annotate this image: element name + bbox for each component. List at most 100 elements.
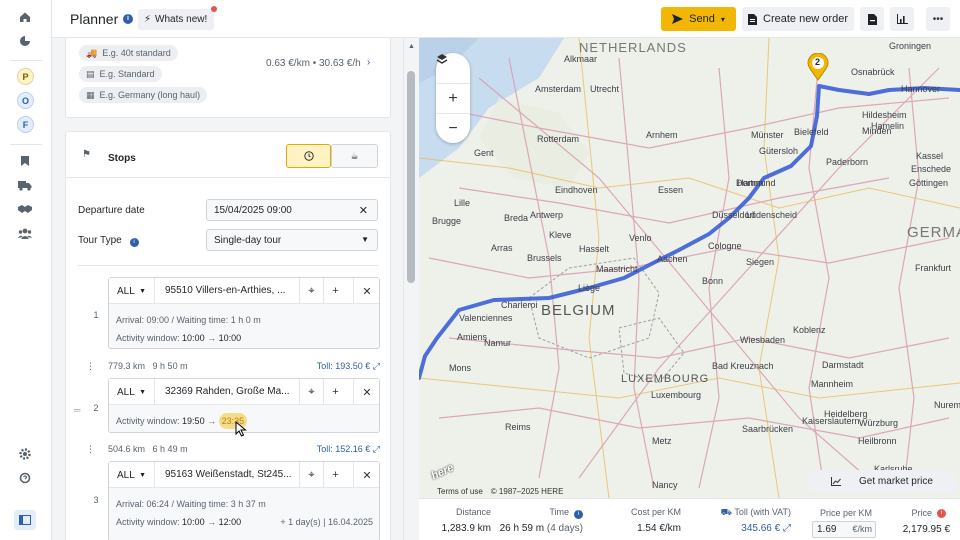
truck-icon[interactable]	[16, 176, 34, 194]
stop-scope-value: ALL	[117, 469, 135, 481]
drag-handle-icon[interactable]: ═	[74, 405, 80, 415]
map-label: Nuremb	[934, 400, 960, 410]
vehicle-chip-region: ▦ E.g. Germany (long haul)	[79, 87, 208, 103]
document-icon	[748, 13, 757, 25]
stop-address[interactable]: 32369 Rahden, Große Ma...	[165, 379, 295, 405]
arrow-right-icon: →	[207, 517, 217, 527]
chart-button[interactable]	[890, 7, 914, 31]
info-icon[interactable]: i	[574, 510, 583, 519]
layers-icon[interactable]	[436, 53, 470, 83]
map-label: Venlo	[629, 233, 652, 243]
create-new-order-button[interactable]: Create new order	[742, 7, 854, 31]
bookmark-icon[interactable]	[16, 152, 34, 170]
drag-dots-icon: ⋮	[86, 444, 95, 454]
tour-type-select[interactable]: Single-day tour ▼	[206, 229, 378, 251]
send-icon	[672, 14, 684, 24]
handshake-icon[interactable]	[16, 200, 34, 218]
price-per-km-input[interactable]: 1.69 €/km	[812, 521, 876, 538]
caret-down-icon: ▼	[139, 471, 146, 479]
trailer-icon: ▤	[86, 68, 95, 79]
location-pin-icon[interactable]: ⌖	[299, 278, 323, 304]
profile-badge-o[interactable]: O	[17, 92, 34, 109]
stop-scope-select[interactable]: ALL ▼	[109, 278, 155, 304]
vehicle-rate: 0.63 €/km • 30.63 €/h	[266, 58, 361, 69]
map-label: Brussels	[527, 253, 562, 263]
zoom-in-button[interactable]: +	[436, 83, 470, 113]
info-icon[interactable]: i	[937, 509, 946, 518]
team-icon[interactable]	[16, 224, 34, 242]
map-controls: + −	[436, 53, 470, 143]
arrow-right-icon: →	[207, 333, 217, 343]
pie-chart-icon[interactable]	[16, 32, 34, 50]
settings-icon[interactable]	[16, 445, 34, 463]
price-per-km-label: Price per KM	[820, 508, 873, 518]
stop-address[interactable]: 95510 Villers-en-Arthies, ...	[165, 278, 295, 304]
chevron-down-icon: ▾	[720, 14, 725, 24]
location-pin-icon[interactable]: ⌖	[299, 462, 323, 488]
stop-address[interactable]: 95163 Weißenstadt, St245...	[165, 462, 295, 488]
toll-icon: ⛟	[720, 507, 732, 517]
zoom-out-button[interactable]: −	[436, 113, 470, 143]
terms-of-use-link[interactable]: Terms of use	[437, 487, 483, 496]
collapse-sidebar-icon[interactable]	[14, 510, 36, 530]
map-label: Wiesbaden	[740, 335, 786, 345]
stat-label: Cost per KM	[630, 507, 681, 517]
info-icon[interactable]: i	[123, 14, 133, 24]
location-pin-icon[interactable]: ⌖	[299, 379, 323, 405]
profile-badge-p[interactable]: P	[17, 68, 34, 85]
chevron-right-icon[interactable]: ›	[367, 57, 370, 68]
stat-value: 1.54 €/km	[637, 523, 681, 534]
vehicle-card[interactable]: 🚚 E.g. 40t standard ▤ E.g. Standard ▦ E.g. …	[65, 38, 391, 118]
stat-value-wrap[interactable]: 345.66 € ⤢	[741, 523, 791, 534]
leg-toll[interactable]: Toll: 152.16 € ⤢	[317, 444, 380, 455]
remove-icon[interactable]: ✕	[353, 278, 380, 304]
leg-info: ⋮ 504.6 km 6 h 49 m Toll: 152.16 € ⤢	[86, 444, 380, 455]
leg-toll[interactable]: Toll: 193.50 € ⤢	[317, 361, 380, 372]
clear-icon[interactable]: ✕	[359, 204, 368, 217]
map-marker-stop-2[interactable]: 2	[807, 53, 829, 81]
lightning-icon: ⚡	[144, 14, 152, 25]
support-icon[interactable]	[16, 469, 34, 487]
profile-badge-f[interactable]: F	[17, 116, 34, 133]
vehicle-chip-trailer: ▤ E.g. Standard	[79, 66, 162, 82]
export-document-button[interactable]	[860, 7, 884, 31]
map-canvas	[419, 38, 960, 498]
vehicle-chip-label: E.g. 40t standard	[102, 48, 171, 58]
copyright-text: © 1987–2025 HERE	[490, 487, 564, 496]
stop-scope-select[interactable]: ALL ▼	[109, 379, 155, 405]
info-icon[interactable]: i	[129, 238, 139, 247]
tour-type-text: Tour Type	[78, 235, 122, 246]
route-map[interactable]: 2 NETHERLANDS Alkmaar Amsterdam Rotterdam An…	[419, 38, 960, 498]
map-label: Nancy	[652, 480, 678, 490]
remove-icon[interactable]: ✕	[353, 379, 380, 405]
price-per-km-unit: €/km	[852, 524, 872, 534]
map-label: Hannover	[901, 84, 941, 94]
stat-label: Toll (with VAT)	[734, 507, 791, 517]
map-label: Lille	[454, 198, 471, 208]
add-icon[interactable]: +	[323, 462, 347, 488]
notification-dot	[211, 6, 218, 12]
remove-icon[interactable]: ✕	[353, 462, 380, 488]
time-mode-toggle[interactable]	[286, 144, 331, 168]
map-label: Kassel	[916, 151, 944, 161]
stop-scope-select[interactable]: ALL ▼	[109, 462, 155, 488]
map-label: Paderborn	[826, 157, 869, 167]
scroll-up-icon[interactable]: ▲	[408, 43, 415, 50]
leg-distance: 504.6 km	[108, 444, 146, 454]
break-mode-toggle[interactable]: ☕	[331, 144, 378, 168]
map-label: Koblenz	[793, 325, 826, 335]
expand-icon: ⤢	[783, 523, 791, 534]
home-icon[interactable]	[16, 8, 34, 26]
departure-date-field[interactable]: 15/04/2025 09:00 ✕	[206, 199, 378, 221]
send-button[interactable]: Send ▾	[661, 7, 736, 31]
more-options-button[interactable]: •••	[926, 7, 950, 31]
whats-new-button[interactable]: ⚡ Whats new!	[138, 6, 218, 30]
scrollbar-thumb[interactable]	[407, 71, 415, 283]
add-icon[interactable]: +	[323, 278, 347, 304]
panel-scrollbar[interactable]: ▲	[403, 38, 419, 540]
stop-number: 3	[93, 495, 99, 505]
get-market-price-button[interactable]: Get market price	[808, 470, 956, 492]
map-label: Enschede	[911, 164, 952, 174]
map-label: LUXEMBOURG	[621, 373, 710, 385]
add-icon[interactable]: +	[323, 379, 347, 405]
